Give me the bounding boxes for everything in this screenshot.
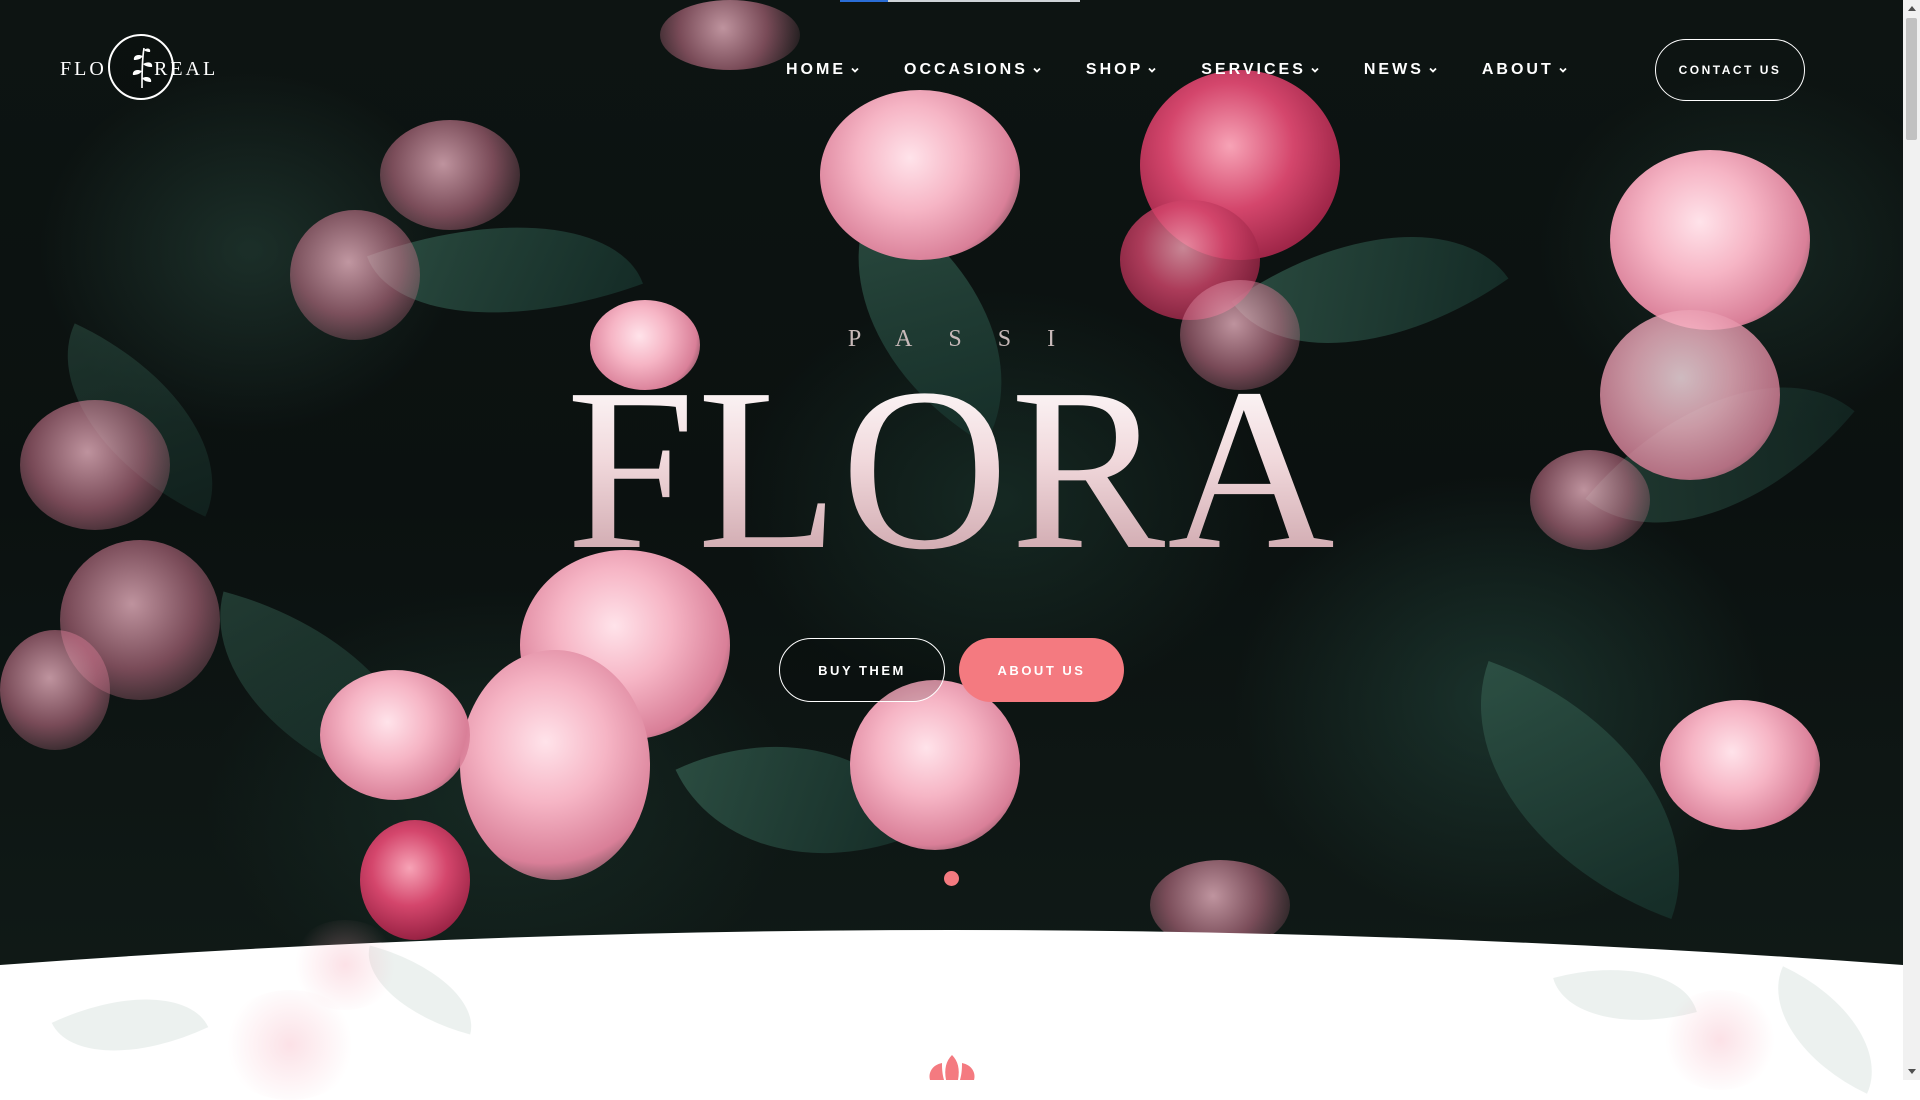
nav-item-services[interactable]: SERVICES [1201,58,1320,82]
scroll-up-arrow-icon[interactable] [1903,0,1920,17]
flower-decoration [0,630,110,750]
flower-decoration [290,210,420,340]
flower-decoration [290,920,400,1010]
loading-bar [840,0,1080,2]
flower-decoration [320,670,470,800]
nav-item-label: ABOUT [1481,61,1554,78]
nav-item-label: SERVICES [1201,61,1306,78]
flower-decoration [460,650,650,880]
hero-title: FLORA [0,354,1903,586]
contact-us-button[interactable]: CONTACT US [1655,39,1805,101]
scrollbar-thumb[interactable] [1906,18,1917,140]
chevron-down-icon [851,67,859,73]
page-scrollbar[interactable] [1903,0,1920,1080]
chevron-down-icon [1429,67,1437,73]
nav-item-label: OCCASIONS [904,61,1028,78]
chevron-down-icon [1311,67,1319,73]
chevron-down-icon [1559,67,1567,73]
logo-text-left: FLO [60,58,107,80]
nav-item-shop[interactable]: SHOP [1086,58,1157,82]
chevron-down-icon [1148,67,1156,73]
nav-item-occasions[interactable]: OCCASIONS [904,58,1042,82]
flower-decoration [1660,700,1820,830]
flower-decoration [660,0,800,70]
logo-text-right: REAL [154,58,219,80]
nav-item-label: NEWS [1363,61,1424,78]
buy-them-button[interactable]: BUY THEM [779,638,945,702]
flower-decoration [850,680,1020,850]
flower-decoration [820,90,1020,260]
slider-dot-active[interactable] [944,871,959,886]
nav-item-about[interactable]: ABOUT [1482,58,1568,82]
flower-decoration [1610,150,1810,330]
nav-item-label: HOME [786,61,846,78]
loading-bar-fill [840,0,888,2]
scroll-down-arrow-icon[interactable] [1903,1063,1920,1080]
nav-item-label: SHOP [1085,61,1144,78]
nav-item-news[interactable]: NEWS [1364,58,1438,82]
chevron-down-icon [1033,67,1041,73]
nav-item-home[interactable]: HOME [786,58,860,82]
flower-decoration [1660,990,1780,1090]
about-us-button[interactable]: ABOUT US [959,638,1124,702]
site-logo[interactable]: FLO REAL [58,34,218,104]
flower-decoration [380,120,520,230]
main-nav: HOME OCCASIONS SHOP SERVICES NEWS ABOUT [786,58,1612,82]
lotus-icon [929,1055,975,1080]
